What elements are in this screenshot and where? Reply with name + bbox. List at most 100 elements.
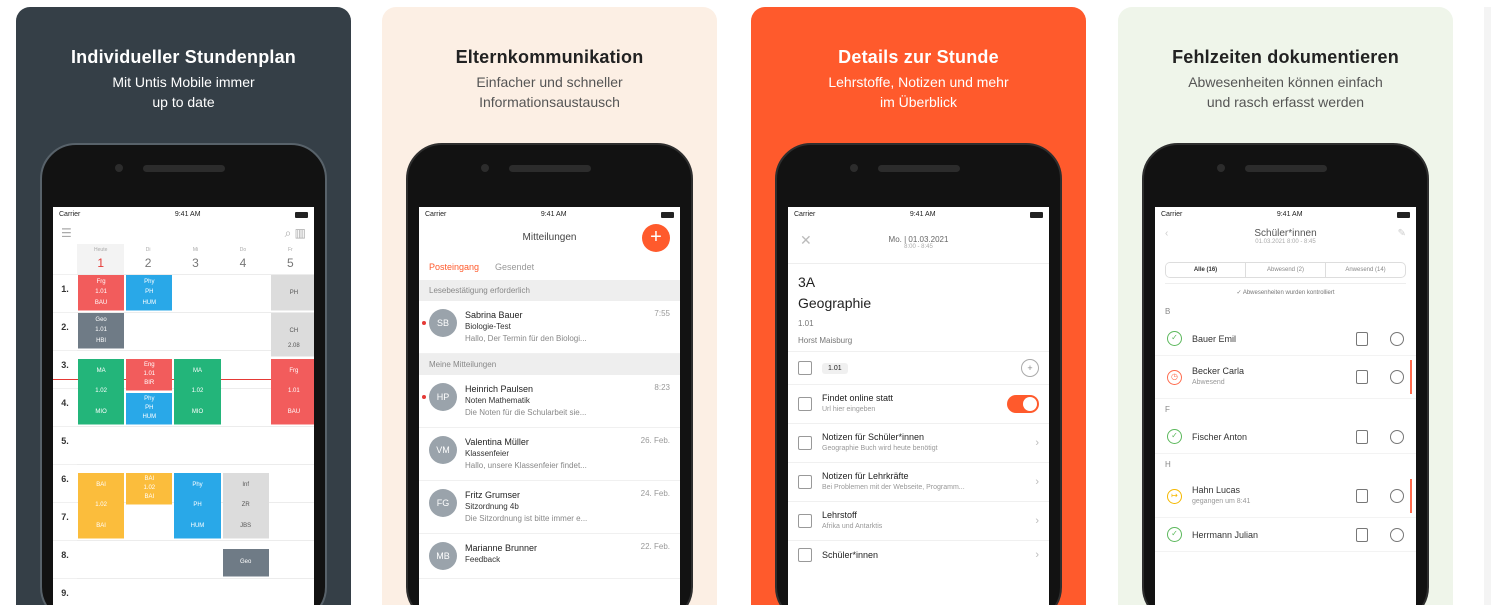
timetable-toolbar: ☰ ⌕ ▥ xyxy=(53,222,314,244)
detail-row[interactable]: Findet online statt Url hier eingeben xyxy=(788,384,1049,423)
class-name: 3A xyxy=(798,274,816,290)
filter-tab[interactable]: Abwesend (2) xyxy=(1246,263,1326,277)
lesson-line: BAI xyxy=(144,476,155,483)
detail-row[interactable]: Notizen für Schüler*innen Geographie Buch… xyxy=(788,423,1049,462)
edit-icon[interactable]: ✎ xyxy=(1398,228,1406,239)
clock-label: 9:41 AM xyxy=(909,211,936,218)
status-icon[interactable]: ✓ xyxy=(1167,527,1182,542)
message-time: 8:23 xyxy=(654,383,670,392)
new-message-button[interactable]: + xyxy=(642,224,670,252)
speaker-grille xyxy=(1244,165,1327,172)
lesson-line: HUM xyxy=(142,299,157,306)
grid-line xyxy=(77,540,314,541)
status-icon[interactable]: ✓ xyxy=(1167,429,1182,444)
clock-icon[interactable] xyxy=(1390,370,1404,384)
lesson-line: BAU xyxy=(287,408,301,415)
room-tag: 1.01 xyxy=(822,361,1011,375)
lesson-block[interactable]: 2.08 xyxy=(270,335,314,357)
message-preview: Hallo, Der Termin für den Biologi... xyxy=(465,334,587,343)
row-icon xyxy=(798,475,812,489)
day-column-header[interactable]: Mi 3 xyxy=(172,244,219,274)
student-row[interactable]: ✓ Bauer Emil xyxy=(1155,322,1416,356)
message-item[interactable]: VM Valentina Müller Klassenfeier Hallo, uns… xyxy=(419,428,680,481)
row-icon xyxy=(798,397,812,411)
day-column-header[interactable]: Do 4 xyxy=(219,244,266,274)
room-row[interactable]: 1.01 + xyxy=(788,351,1049,384)
layout-icon[interactable]: ▥ xyxy=(295,226,306,240)
clock-icon[interactable] xyxy=(1390,489,1404,503)
back-icon[interactable]: ‹ xyxy=(1165,228,1168,239)
lesson-block[interactable]: MA 1.02 MIO xyxy=(78,358,125,425)
detail-row[interactable]: Notizen für Lehrkräfte Bei Problemen mit … xyxy=(788,462,1049,501)
lesson-block[interactable]: Eng 1.01 BIR xyxy=(126,358,173,391)
row-subtitle: Afrika und Antarktis xyxy=(822,523,883,530)
avatar: SB xyxy=(429,309,457,337)
tab-inbox[interactable]: Posteingang xyxy=(429,262,479,272)
status-icon[interactable]: ↦ xyxy=(1167,488,1182,504)
panel-header: Details zur Stunde Lehrstoffe, Notizen u… xyxy=(751,47,1086,112)
lesson-block[interactable]: BAI 1.02 BAI xyxy=(126,472,173,505)
panel-subtitle: Mit Untis Mobile immer up to date xyxy=(112,74,255,110)
message-item[interactable]: HP Heinrich Paulsen Noten Mathematik Die No… xyxy=(419,375,680,428)
row-title: Lehrstoff xyxy=(822,510,857,520)
chevron-right-icon: › xyxy=(1035,476,1039,488)
day-column-header[interactable]: Heute 1 xyxy=(77,244,125,274)
message-body: Marianne Brunner Feedback xyxy=(465,542,633,570)
lesson-block[interactable]: Inf ZR JBS xyxy=(222,472,269,539)
lesson-block[interactable]: Frg 1.01 BAU xyxy=(270,358,314,425)
day-column-header[interactable]: Di 2 xyxy=(124,244,171,274)
menu-icon[interactable]: ☰ xyxy=(61,226,72,240)
detail-row[interactable]: Schüler*innen › xyxy=(788,540,1049,569)
filter-tab[interactable]: Anwesend (14) xyxy=(1326,263,1405,277)
lesson-block[interactable]: Frg 1.01 BAU xyxy=(78,275,125,311)
lesson-block[interactable]: MA 1.02 MIO xyxy=(174,358,221,425)
lesson-block[interactable]: Geo 1.01 HBI xyxy=(78,313,125,349)
status-icon[interactable]: ◷ xyxy=(1167,369,1182,385)
filter-tab[interactable]: Alle (16) xyxy=(1166,263,1246,277)
status-icon[interactable]: ✓ xyxy=(1167,331,1182,346)
tab-sent[interactable]: Gesendet xyxy=(495,262,534,272)
lesson-block[interactable]: Phy PH HUM xyxy=(126,275,173,311)
lesson-line: MA xyxy=(96,367,106,374)
student-row[interactable]: ✓ Fischer Anton xyxy=(1155,420,1416,454)
day-column-header[interactable]: Fr 5 xyxy=(267,244,314,274)
period-label: 2. xyxy=(53,312,77,350)
online-toggle[interactable] xyxy=(1007,395,1039,413)
lesson-block[interactable]: PH xyxy=(270,275,314,311)
lesson-block[interactable]: Geo xyxy=(222,548,269,577)
lesson-time: 8:00 - 8:45 xyxy=(904,244,933,250)
panel-header: Fehlzeiten dokumentieren Abwesenheiten k… xyxy=(1118,47,1453,112)
document-icon[interactable] xyxy=(1356,489,1368,503)
student-row[interactable]: ✓ Herrmann Julian xyxy=(1155,518,1416,552)
detail-row[interactable]: Lehrstoff Afrika und Antarktis › xyxy=(788,501,1049,540)
student-row[interactable]: ◷ Becker Carla Abwesend xyxy=(1155,356,1416,399)
document-icon[interactable] xyxy=(1356,527,1368,542)
clock-icon[interactable] xyxy=(1390,331,1404,346)
grid-line xyxy=(77,578,314,579)
clock-icon[interactable] xyxy=(1390,527,1404,542)
document-icon[interactable] xyxy=(1356,429,1368,444)
student-fullname: Becker Carla xyxy=(1192,366,1245,376)
student-name: Herrmann Julian xyxy=(1192,529,1346,541)
panel-subtitle: Lehrstoffe, Notizen und mehr im Überblick xyxy=(828,74,1009,110)
phone-frame: Carrier 9:41 AM Mitteilungen + Posteinga… xyxy=(406,143,693,605)
period-label: 7. xyxy=(53,502,77,540)
message-item[interactable]: MB Marianne Brunner Feedback 22. Feb. xyxy=(419,534,680,579)
day-number: 2 xyxy=(144,256,152,270)
document-icon[interactable] xyxy=(1356,331,1368,346)
battery-icon xyxy=(660,211,674,218)
message-item[interactable]: SB Sabrina Bauer Biologie-Test Hallo, Der T… xyxy=(419,301,680,354)
add-icon[interactable]: + xyxy=(1021,359,1039,377)
student-row[interactable]: ↦ Hahn Lucas gegangen um 8:41 xyxy=(1155,475,1416,518)
lesson-block[interactable]: Phy PH HUM xyxy=(174,472,221,539)
lesson-block[interactable]: BAI 1.02 BAI xyxy=(78,472,125,539)
timetable-grid: 1. 2. 3. 4. 5. 6. 7. 8. 9. Frg 1.01 BAU Phy PH HUM PH CH… xyxy=(53,274,314,605)
message-item[interactable]: FG Fritz Grumser Sitzordnung 4b Die Sitzord… xyxy=(419,481,680,534)
avatar: FG xyxy=(429,489,457,517)
lesson-block[interactable]: Phy PH HUM xyxy=(126,392,173,425)
search-icon[interactable]: ⌕ xyxy=(285,226,292,240)
clock-icon[interactable] xyxy=(1390,429,1404,444)
close-icon[interactable]: ✕ xyxy=(800,232,812,249)
document-icon[interactable] xyxy=(1356,370,1368,384)
lesson-line: JBS xyxy=(240,522,252,529)
